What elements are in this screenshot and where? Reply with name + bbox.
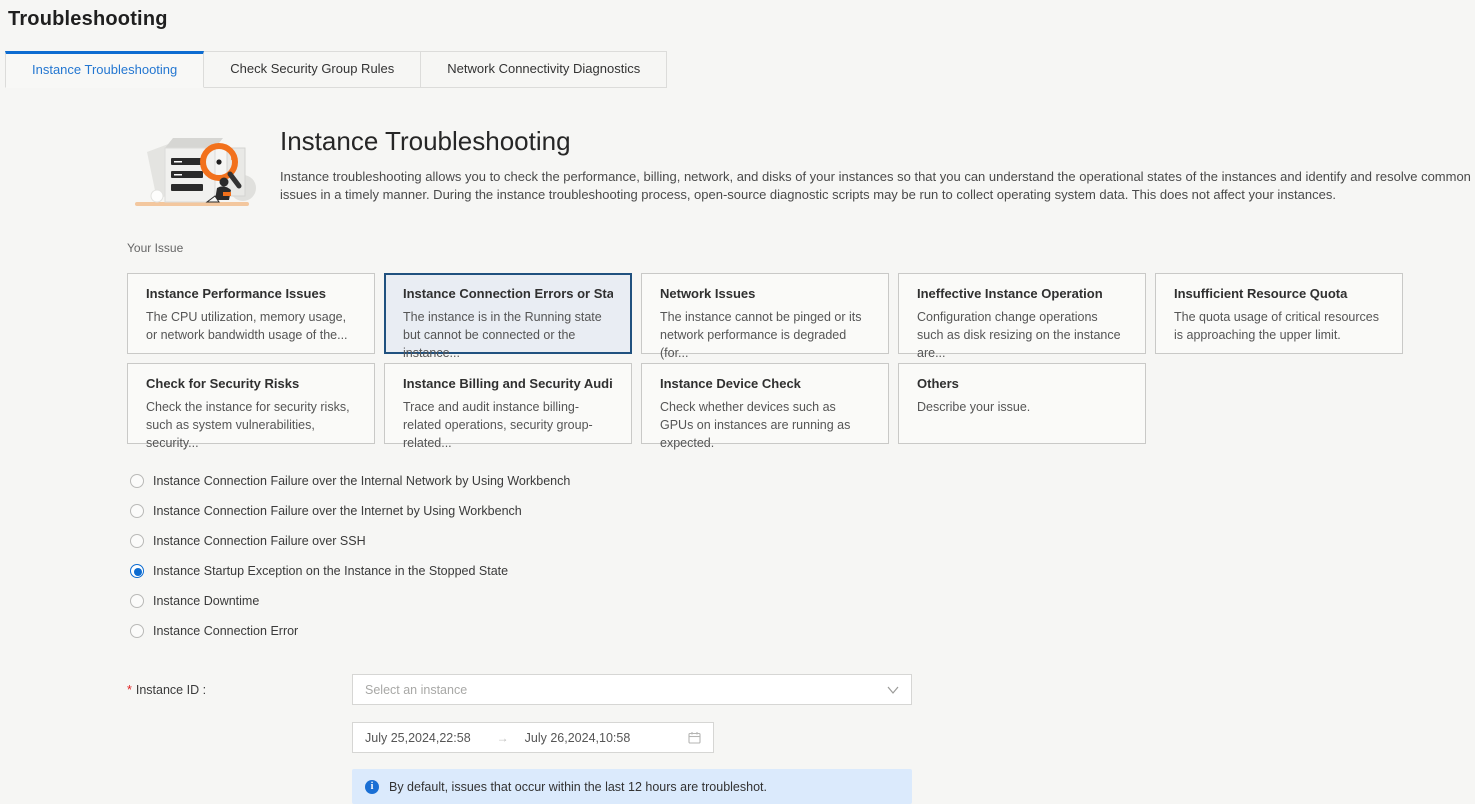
radio-icon (130, 504, 144, 518)
radio-instance-connection-error[interactable]: Instance Connection Error (127, 616, 1475, 646)
radio-label: Instance Connection Failure over the Int… (153, 474, 571, 488)
radio-icon (130, 624, 144, 638)
issue-card-others[interactable]: Others Describe your issue. (898, 363, 1146, 444)
issue-card-title: Instance Billing and Security Audit (403, 376, 613, 391)
radio-internet-workbench[interactable]: Instance Connection Failure over the Int… (127, 496, 1475, 526)
issue-card-title: Others (917, 376, 959, 391)
instance-id-label-text: Instance ID : (135, 682, 207, 697)
issue-card-connection-errors[interactable]: Instance Connection Errors or Startu... … (384, 273, 632, 360)
time-range-picker[interactable]: July 25,2024,22:58 → July 26,2024,10:58 (352, 722, 714, 753)
radio-icon (130, 474, 144, 488)
your-issue-label: Your Issue (127, 241, 184, 255)
chevron-down-icon (887, 686, 899, 694)
radio-label: Instance Connection Error (153, 624, 299, 638)
issue-card-billing-security-audit[interactable]: Instance Billing and Security Audit Trac… (384, 363, 632, 450)
instance-select-placeholder: Select an instance (365, 682, 468, 697)
issue-card-title: Ineffective Instance Operation (917, 286, 1103, 301)
issue-card-description: The instance cannot be pinged or its net… (660, 310, 862, 360)
notice-row: i By default, issues that occur within t… (127, 769, 1475, 804)
issue-card-title: Check for Security Risks (146, 376, 300, 391)
issue-card-description: Describe your issue. (917, 400, 1031, 414)
radio-instance-downtime[interactable]: Instance Downtime (127, 586, 1475, 616)
radio-label: Instance Connection Failure over the Int… (153, 504, 522, 518)
tab-check-security-group-rules[interactable]: Check Security Group Rules (204, 51, 422, 88)
radio-label: Instance Startup Exception on the Instan… (153, 564, 509, 578)
issue-card-title: Instance Performance Issues (146, 286, 326, 301)
issue-card-description: Check whether devices such as GPUs on in… (660, 400, 851, 450)
issue-card-security-risks[interactable]: Check for Security Risks Check the insta… (127, 363, 375, 450)
issue-card-description: Check the instance for security risks, s… (146, 400, 350, 450)
troubleshooting-illustration-icon (135, 138, 256, 206)
issue-card-instance-performance[interactable]: Instance Performance Issues The CPU util… (127, 273, 375, 354)
hero-section: Instance Troubleshooting Instance troubl… (127, 124, 1475, 211)
hero-description: Instance troubleshooting allows you to c… (280, 169, 1471, 202)
required-asterisk: * (127, 682, 132, 697)
start-time-value: July 25,2024,22:58 (365, 730, 471, 745)
time-range-row: July 25,2024,22:58 → July 26,2024,10:58 (127, 722, 1475, 753)
issue-card-ineffective-operation[interactable]: Ineffective Instance Operation Configura… (898, 273, 1146, 360)
radio-icon (130, 594, 144, 608)
range-arrow-icon: → (496, 730, 509, 745)
troubleshoot-form: * Instance ID : Select an instance July 2… (127, 674, 1475, 804)
radio-ssh-failure[interactable]: Instance Connection Failure over SSH (127, 526, 1475, 556)
issue-card-title: Instance Connection Errors or Startu... (403, 286, 613, 301)
issue-card-title: Network Issues (660, 286, 756, 301)
sub-issue-radio-list: Instance Connection Failure over the Int… (127, 466, 1475, 646)
issue-card-description: Trace and audit instance billing-related… (403, 400, 593, 450)
issue-card-description: The CPU utilization, memory usage, or ne… (146, 310, 348, 342)
info-icon: i (365, 779, 379, 794)
instance-select[interactable]: Select an instance (352, 674, 912, 705)
radio-internal-network-workbench[interactable]: Instance Connection Failure over the Int… (127, 466, 1475, 496)
issue-card-network-issues[interactable]: Network Issues The instance cannot be pi… (641, 273, 889, 360)
radio-startup-exception[interactable]: Instance Startup Exception on the Instan… (127, 556, 1475, 586)
radio-label: Instance Connection Failure over SSH (153, 534, 366, 548)
hero-text: Instance Troubleshooting Instance troubl… (280, 124, 1474, 204)
issue-card-grid: Instance Performance Issues The CPU util… (127, 273, 1475, 450)
issue-card-insufficient-quota[interactable]: Insufficient Resource Quota The quota us… (1155, 273, 1403, 354)
issue-card-title: Insufficient Resource Quota (1174, 286, 1348, 301)
calendar-icon (688, 732, 701, 744)
radio-label: Instance Downtime (153, 594, 260, 608)
page-title: Troubleshooting (8, 8, 168, 30)
default-range-notice: i By default, issues that occur within t… (352, 769, 912, 804)
end-time-value: July 26,2024,10:58 (524, 730, 631, 745)
issue-card-title: Instance Device Check (660, 376, 801, 391)
notice-text: By default, issues that occur within the… (389, 779, 767, 794)
main-content: Instance Troubleshooting Instance troubl… (0, 124, 1475, 804)
tab-instance-troubleshooting[interactable]: Instance Troubleshooting (5, 51, 205, 88)
issue-card-description: The quota usage of critical resources is… (1174, 310, 1379, 342)
tab-bar: Instance Troubleshooting Check Security … (0, 51, 1475, 88)
instance-id-row: * Instance ID : Select an instance (127, 674, 1475, 705)
hero-title: Instance Troubleshooting (280, 126, 571, 156)
issue-card-description: The instance is in the Running state but… (403, 310, 602, 360)
radio-icon-selected (130, 564, 144, 578)
instance-id-label: * Instance ID : (127, 683, 352, 697)
issue-card-description: Configuration change operations such as … (917, 310, 1121, 360)
tab-network-connectivity-diagnostics[interactable]: Network Connectivity Diagnostics (421, 51, 668, 88)
radio-icon (130, 534, 144, 548)
issue-card-device-check[interactable]: Instance Device Check Check whether devi… (641, 363, 889, 450)
